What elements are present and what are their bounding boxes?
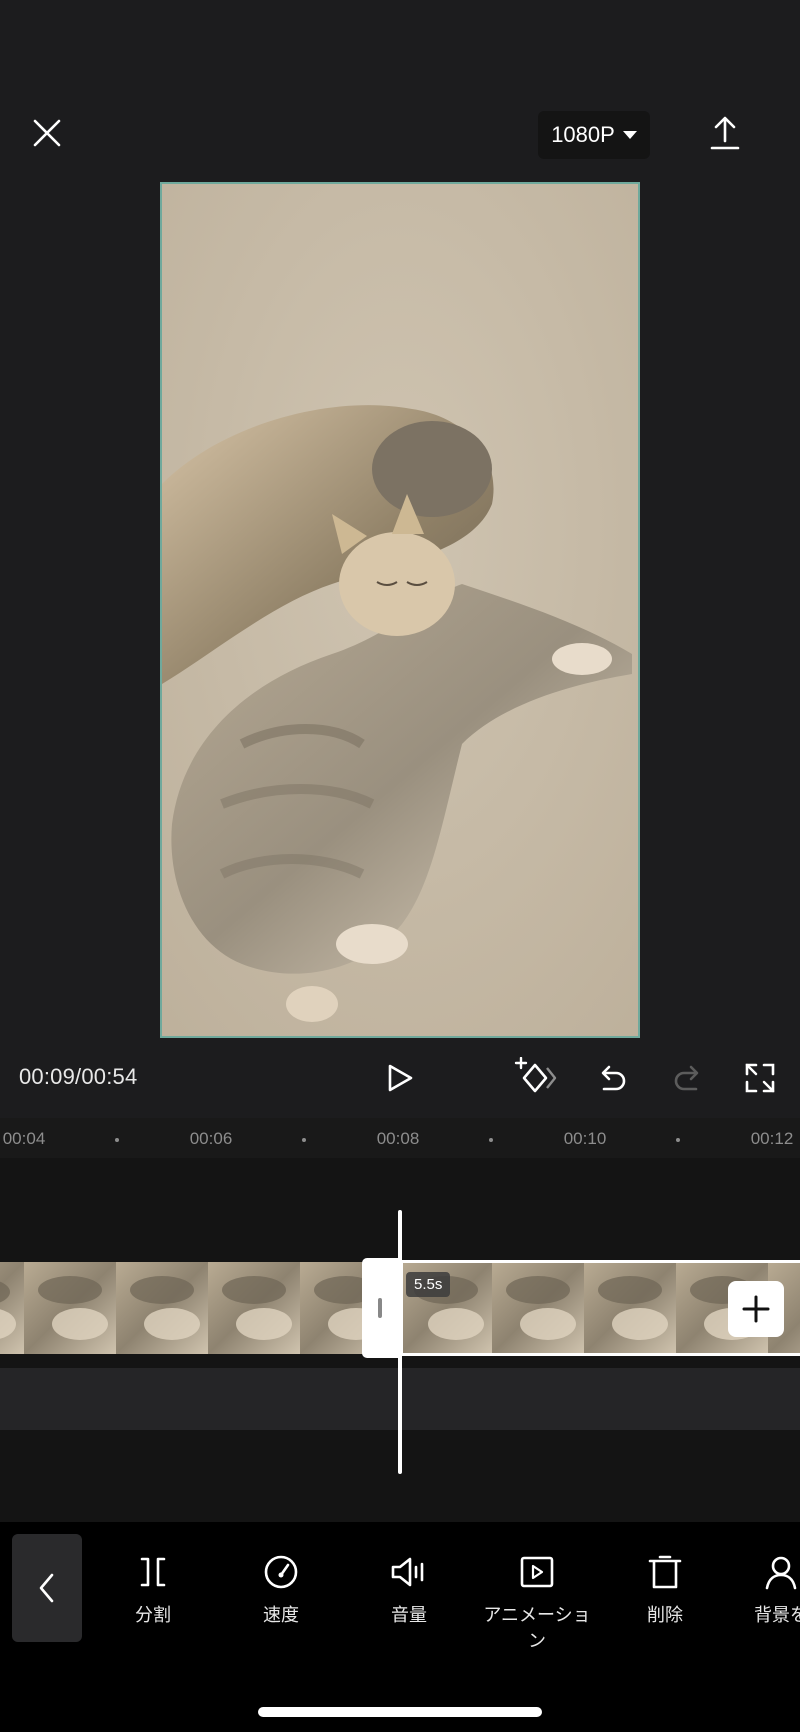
export-button[interactable] (704, 112, 746, 154)
plus-icon (742, 1295, 770, 1323)
animation-icon (517, 1552, 557, 1592)
ruler-dot (115, 1138, 119, 1142)
tool-label: アニメーション (483, 1605, 591, 1651)
trim-grip-icon (378, 1298, 382, 1318)
tool-label: 分割 (135, 1605, 171, 1625)
tool-volume[interactable]: 音量 (344, 1552, 474, 1628)
fullscreen-button[interactable] (740, 1058, 780, 1098)
person-icon (761, 1552, 800, 1592)
close-icon (33, 119, 61, 147)
play-button[interactable] (380, 1058, 420, 1098)
ruler-label: 00:12 (750, 1129, 794, 1148)
delete-icon (645, 1552, 685, 1592)
preview-image (162, 184, 638, 1036)
tool-label: 背景を (754, 1605, 800, 1625)
caret-down-icon (622, 131, 637, 139)
resolution-dropdown[interactable]: 1080P (538, 111, 650, 159)
keyframe-add-icon (514, 1057, 557, 1093)
volume-icon (389, 1552, 429, 1592)
video-preview[interactable] (160, 182, 640, 1038)
tool-animation[interactable]: アニメーション (472, 1552, 602, 1654)
home-indicator[interactable] (258, 1707, 542, 1717)
ruler-dot (489, 1138, 493, 1142)
time-ruler[interactable]: 00:04 00:06 00:08 00:10 00:12 (0, 1118, 800, 1158)
clip-duration-badge: 5.5s (406, 1272, 451, 1297)
tool-label: 音量 (391, 1605, 427, 1625)
ruler-dot (676, 1138, 680, 1142)
ruler-label: 00:10 (563, 1129, 607, 1148)
chevron-left-icon (39, 1573, 54, 1603)
playhead[interactable] (398, 1210, 402, 1474)
toolbar-back-button[interactable] (12, 1534, 82, 1642)
tool-label: 削除 (647, 1605, 683, 1625)
tool-delete[interactable]: 削除 (600, 1552, 730, 1628)
redo-button[interactable] (668, 1058, 708, 1098)
clip-trim-handle[interactable] (362, 1258, 402, 1358)
fullscreen-icon (745, 1063, 775, 1093)
export-icon (710, 116, 740, 150)
ruler-label: 00:04 (2, 1129, 46, 1148)
undo-button[interactable] (592, 1058, 632, 1098)
redo-icon (674, 1065, 699, 1091)
close-button[interactable] (26, 112, 68, 154)
time-display: 00:09/00:54 (19, 1064, 138, 1089)
speed-icon (261, 1552, 301, 1592)
play-icon (388, 1064, 413, 1092)
split-icon (133, 1552, 173, 1592)
tool-split[interactable]: 分割 (88, 1552, 218, 1628)
resolution-label: 1080P (551, 122, 615, 147)
ruler-label: 00:06 (189, 1129, 233, 1148)
tool-label: 速度 (263, 1605, 299, 1625)
tool-background-removal[interactable]: 背景を (731, 1552, 800, 1628)
add-keyframe-button[interactable] (510, 1054, 560, 1102)
add-clip-button[interactable] (728, 1281, 784, 1337)
ruler-label: 00:08 (376, 1129, 420, 1148)
ruler-dot (302, 1138, 306, 1142)
undo-icon (601, 1065, 626, 1091)
tool-speed[interactable]: 速度 (216, 1552, 346, 1628)
